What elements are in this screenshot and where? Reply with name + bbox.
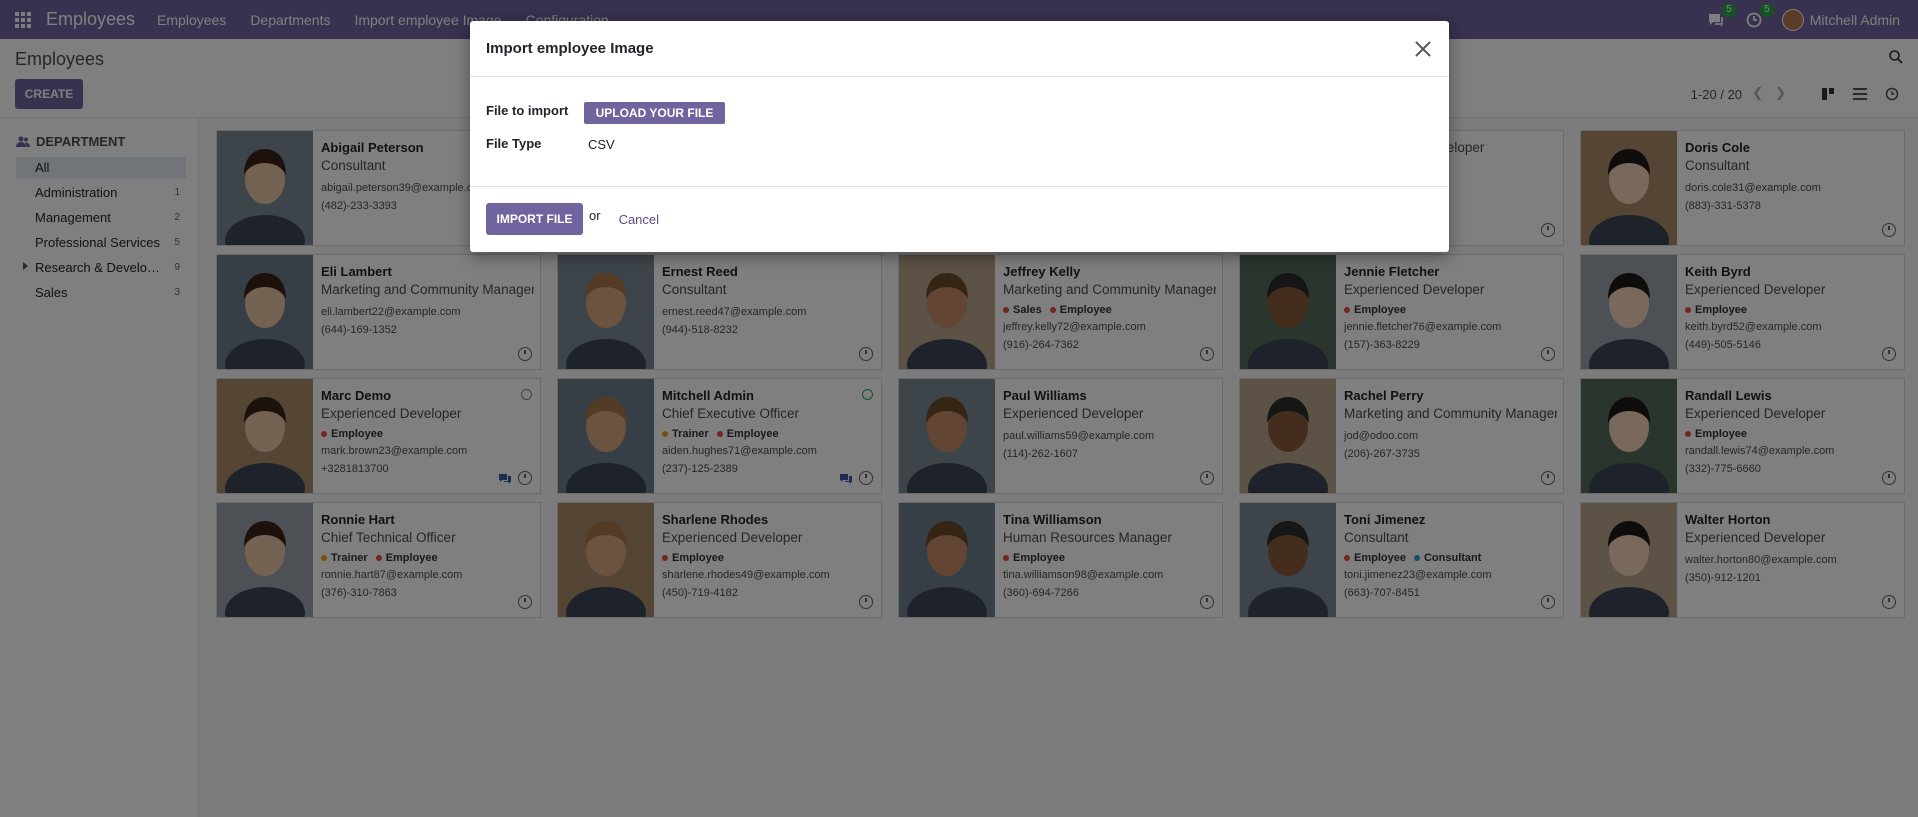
file-to-import-label: File to import <box>486 103 569 118</box>
dialog-title: Import employee Image <box>486 40 654 57</box>
close-icon[interactable] <box>1413 39 1433 59</box>
import-file-button[interactable]: IMPORT FILE <box>486 203 583 235</box>
upload-file-button[interactable]: UPLOAD YOUR FILE <box>584 102 725 124</box>
cancel-button[interactable]: Cancel <box>619 212 659 227</box>
file-type-label: File Type <box>486 136 542 151</box>
modal-backdrop: Import employee Image File to import UPL… <box>0 0 1918 817</box>
file-type-value: CSV <box>588 137 615 152</box>
import-dialog: Import employee Image File to import UPL… <box>470 21 1449 252</box>
or-text: or <box>589 207 601 223</box>
